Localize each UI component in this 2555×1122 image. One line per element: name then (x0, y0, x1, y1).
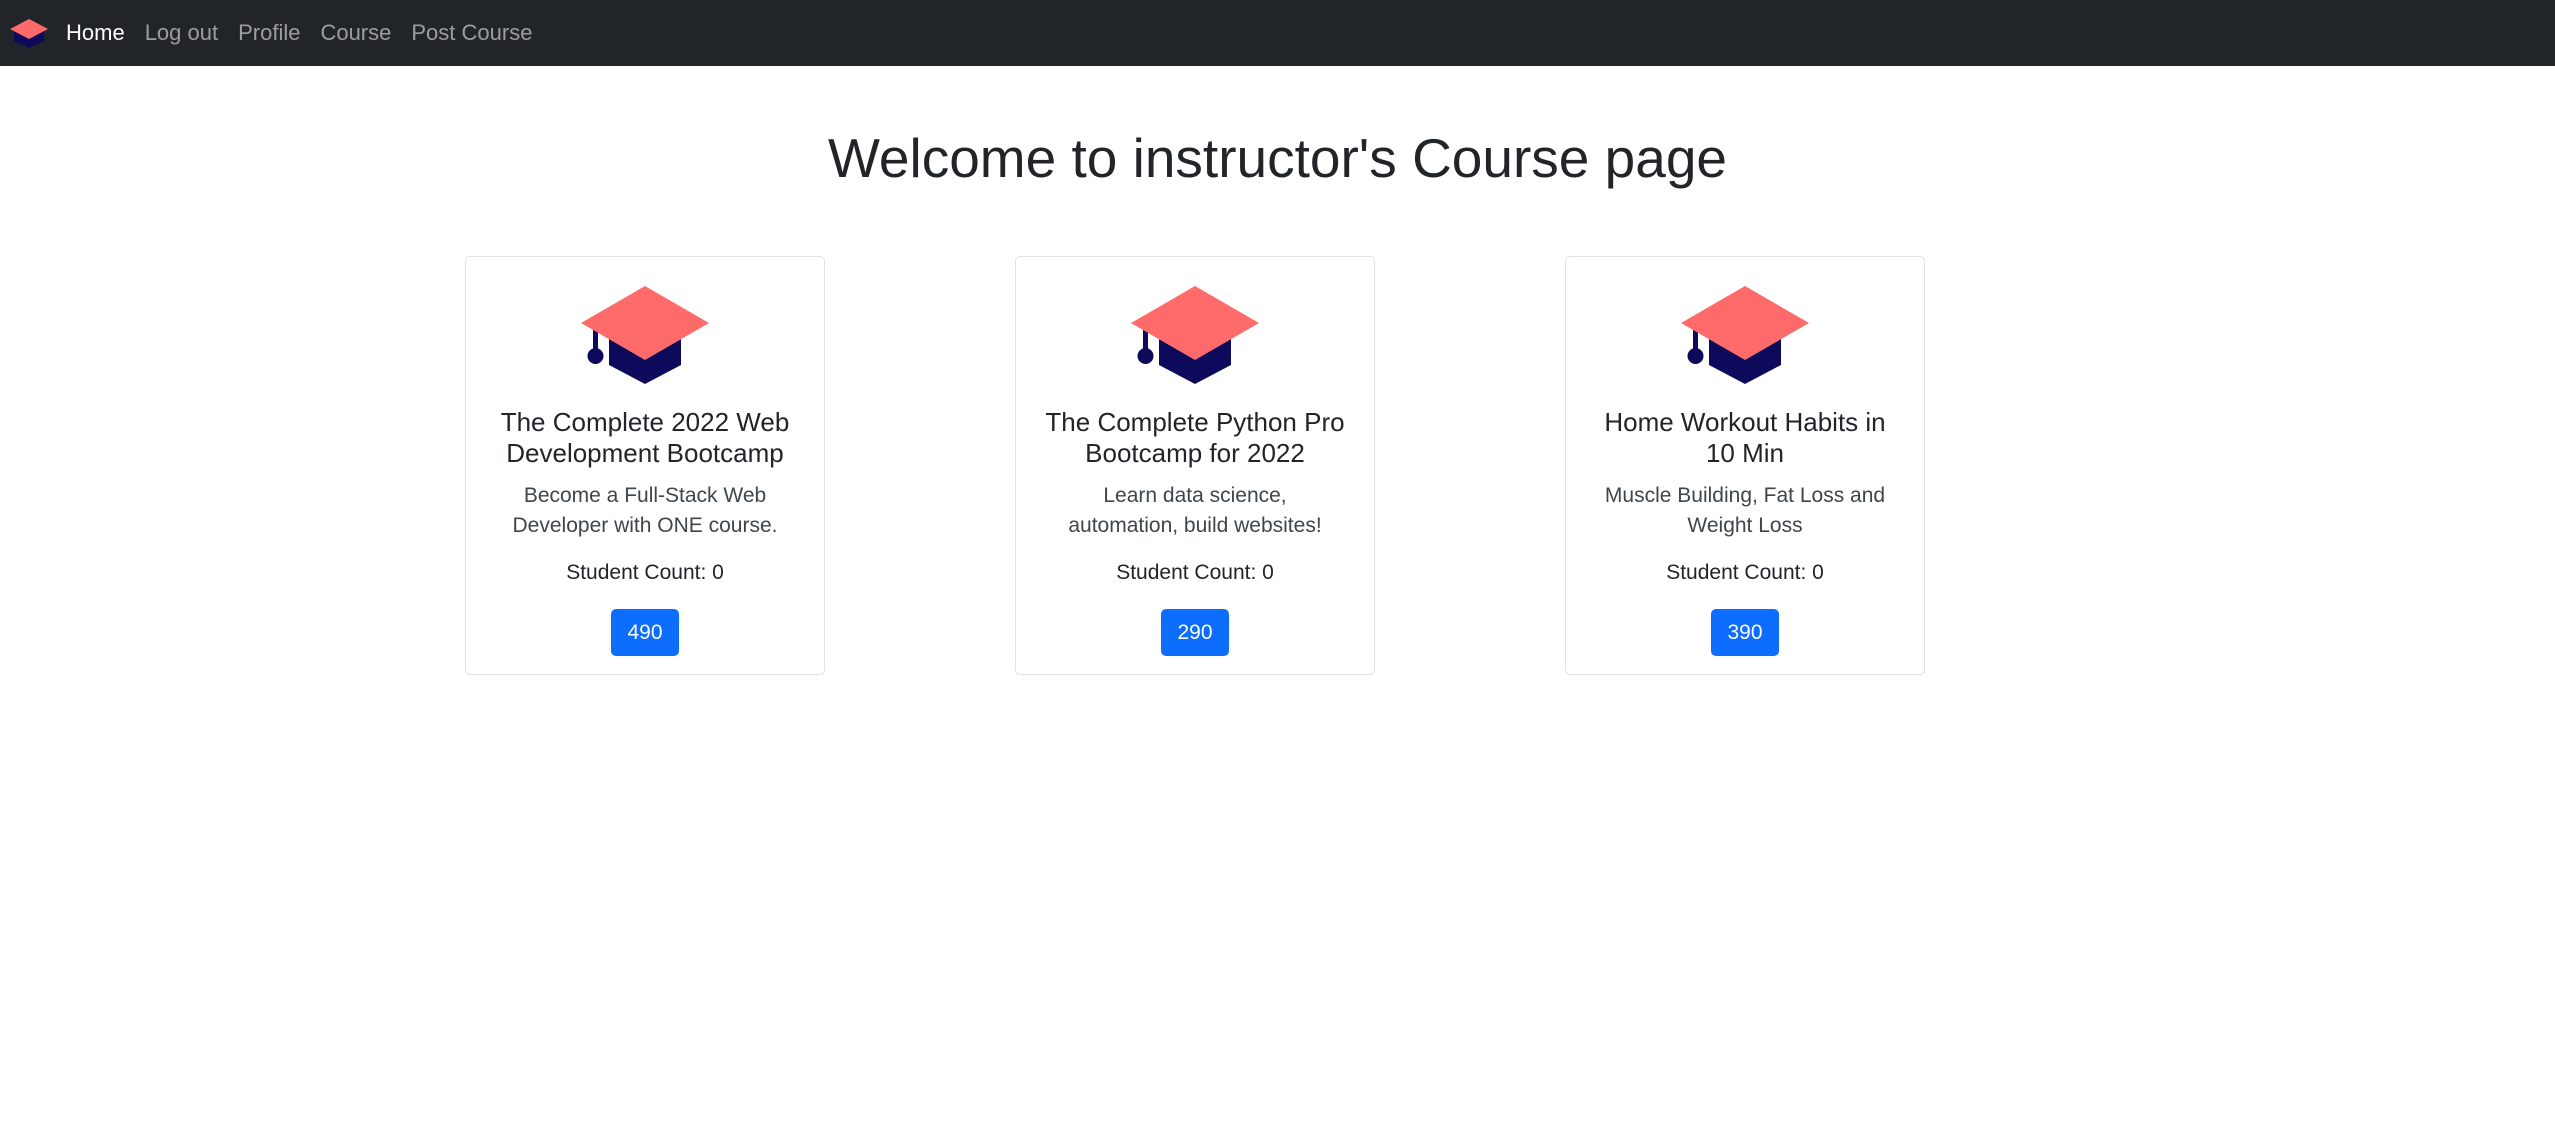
page-title: Welcome to instructor's Course page (827, 127, 1728, 189)
price-button[interactable]: 290 (1161, 609, 1229, 656)
course-description: Learn data science, automation, build we… (1068, 484, 1322, 537)
graduation-cap-icon (1131, 286, 1259, 384)
course-description: Muscle Building, Fat Loss and Weight Los… (1604, 484, 1886, 537)
nav-profile-link[interactable]: Profile (238, 20, 300, 46)
course-card: The Complete Python Pro Bootcamp for 202… (1015, 256, 1375, 675)
course-title: The Complete 2022 Web Development Bootca… (500, 407, 790, 468)
brand-logo-icon[interactable] (8, 15, 50, 51)
course-title: Home Workout Habits in 10 Min (1604, 407, 1886, 468)
course-card: The Complete 2022 Web Development Bootca… (465, 256, 825, 675)
nav-post-course-link[interactable]: Post Course (411, 20, 532, 46)
nav-home-link[interactable]: Home (66, 20, 125, 46)
nav-course-link[interactable]: Course (320, 20, 391, 46)
student-count: Student Count: 0 (1666, 561, 1824, 584)
graduation-cap-icon (1681, 286, 1809, 384)
course-title: The Complete Python Pro Bootcamp for 202… (1045, 407, 1345, 468)
price-button[interactable]: 390 (1711, 609, 1779, 656)
student-count: Student Count: 0 (566, 561, 724, 584)
course-description: Become a Full-Stack Web Developer with O… (512, 484, 778, 537)
top-navbar: Home Log out Profile Course Post Course (0, 0, 2555, 66)
price-button[interactable]: 490 (611, 609, 679, 656)
graduation-cap-icon (581, 286, 709, 384)
nav-logout-link[interactable]: Log out (145, 20, 218, 46)
course-card: Home Workout Habits in 10 Min Muscle Bui… (1565, 256, 1925, 675)
student-count: Student Count: 0 (1116, 561, 1274, 584)
